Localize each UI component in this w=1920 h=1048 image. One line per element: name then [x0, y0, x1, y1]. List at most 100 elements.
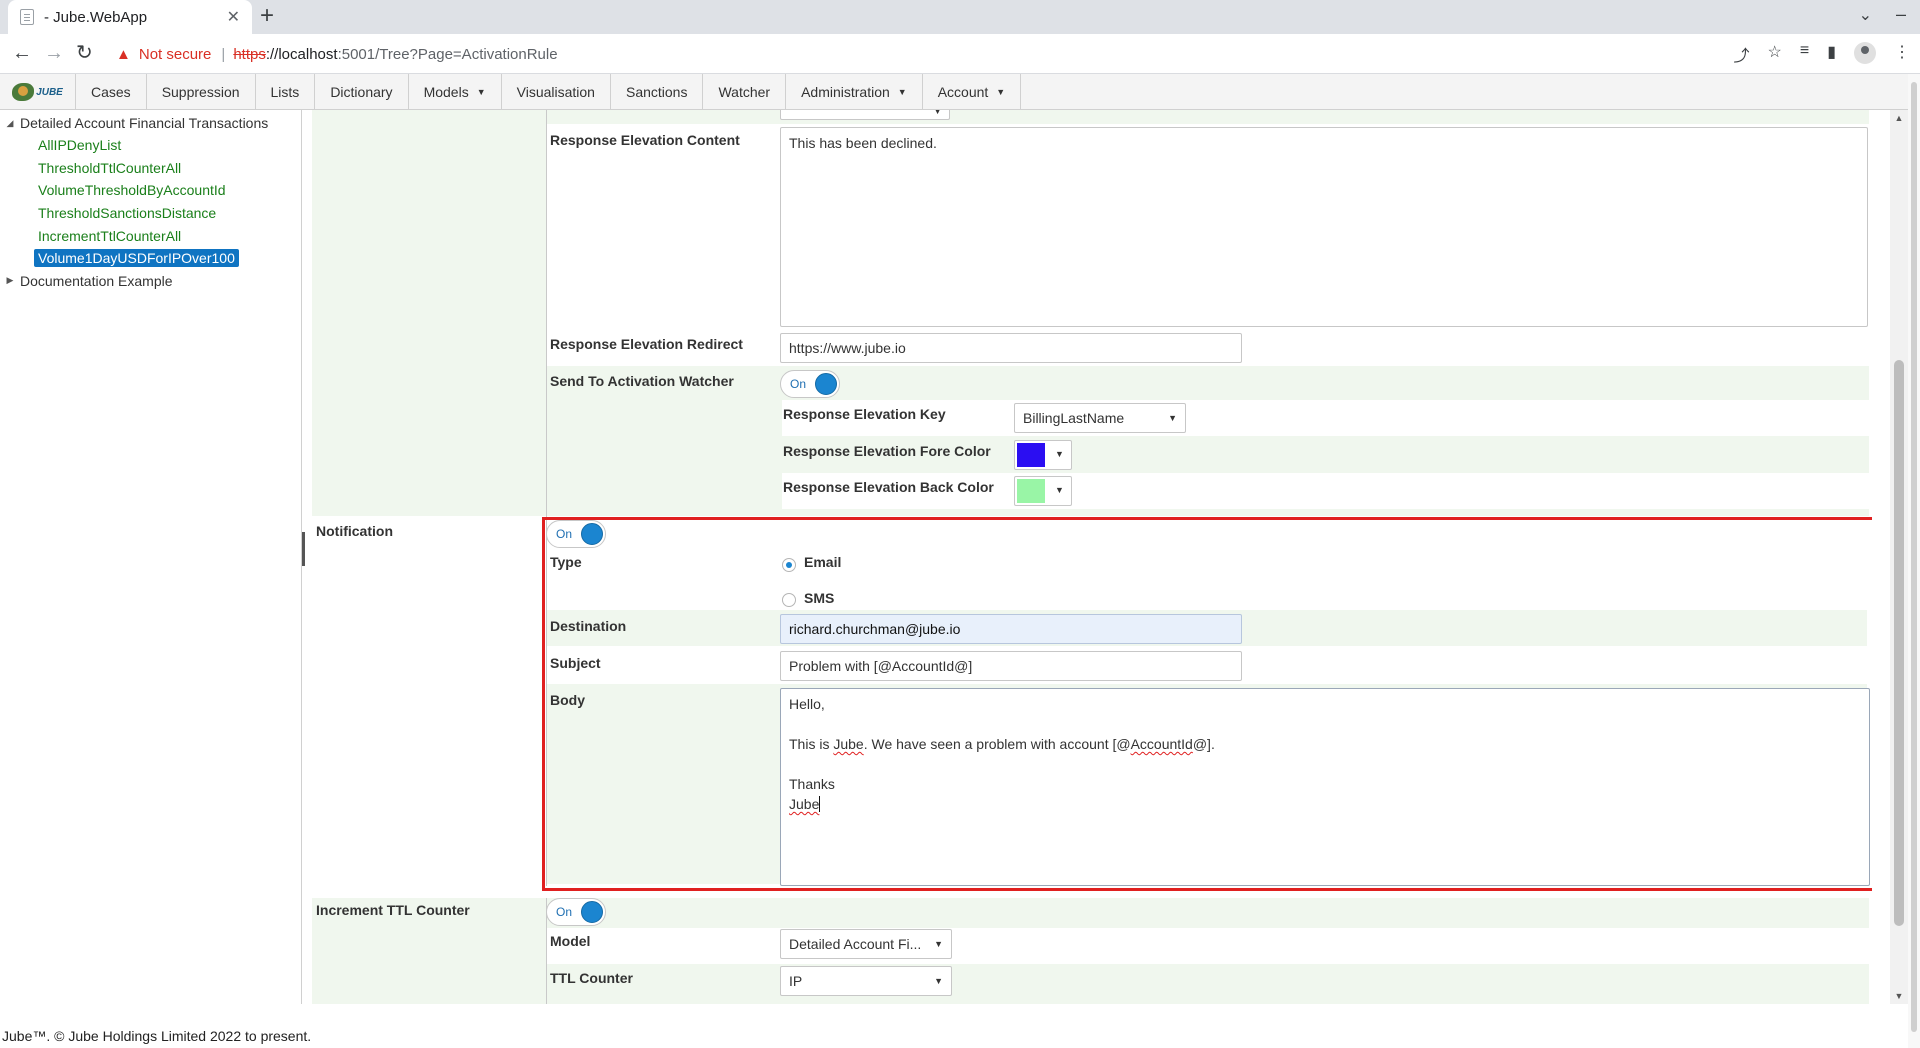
- browser-menu-icon[interactable]: ⋮: [1894, 42, 1910, 66]
- form-scrollbar[interactable]: ▲ ▼: [1890, 110, 1908, 1004]
- scroll-up-arrow-icon[interactable]: ▲: [1890, 110, 1908, 126]
- forward-arrow-icon[interactable]: →: [44, 41, 64, 65]
- tree-item-volume1dayusdforipover100[interactable]: Volume1DayUSDForIPOver100: [0, 247, 301, 270]
- browser-toolbar-icons: ⤴ ☆ ≡ ▮ ⋮: [1733, 42, 1910, 66]
- nav-visualisation[interactable]: Visualisation: [502, 74, 611, 110]
- ttl-counter-label: TTL Counter: [550, 970, 633, 986]
- send-to-watcher-toggle[interactable]: On: [780, 370, 840, 398]
- nav-dictionary-label: Dictionary: [330, 84, 393, 100]
- nav-suppression-label: Suppression: [161, 84, 240, 100]
- nav-dictionary[interactable]: Dictionary: [315, 74, 409, 110]
- fore-color-picker[interactable]: ▼: [1014, 440, 1072, 470]
- tab-title: - Jube.WebApp: [44, 8, 148, 26]
- logo-text: JUBE: [36, 86, 63, 98]
- tree-root-label: Detailed Account Financial Transactions: [20, 115, 269, 131]
- tree-item-thresholdttlcounterall[interactable]: ThresholdTtlCounterAll: [0, 157, 301, 180]
- app-navbar: JUBE Cases Suppression Lists Dictionary …: [0, 74, 1908, 110]
- nav-visualisation-label: Visualisation: [516, 84, 595, 100]
- share-icon[interactable]: ⤴: [1733, 42, 1749, 66]
- new-tab-icon[interactable]: +: [260, 2, 274, 30]
- increment-ttl-label: Increment TTL Counter: [316, 902, 470, 918]
- nav-suppression[interactable]: Suppression: [147, 74, 256, 110]
- close-tab-icon[interactable]: ✕: [227, 7, 240, 27]
- fore-color-label: Response Elevation Fore Color: [783, 443, 991, 459]
- tree-item-volumethresholdbyaccountid[interactable]: VolumeThresholdByAccountId: [0, 179, 301, 202]
- caret-down-icon: ▼: [996, 87, 1006, 97]
- model-label: Model: [550, 933, 591, 949]
- nav-sanctions[interactable]: Sanctions: [611, 74, 704, 110]
- nav-administration[interactable]: Administration ▼: [786, 74, 923, 110]
- tree-root-detailed-account[interactable]: ◢ Detailed Account Financial Transaction…: [0, 112, 301, 134]
- nav-account[interactable]: Account ▼: [923, 74, 1022, 110]
- window-minimize-icon[interactable]: –: [1896, 4, 1906, 25]
- url-host: ://localhost: [265, 45, 338, 63]
- page-scrollbar[interactable]: [1908, 74, 1920, 1048]
- tree-item-label: ThresholdTtlCounterAll: [38, 159, 182, 176]
- dropdown-arrow-icon: ▼: [934, 976, 943, 986]
- page-scrollbar-thumb[interactable]: [1911, 82, 1917, 1032]
- model-select-value: Detailed Account Fi...: [789, 936, 922, 952]
- fore-color-swatch: [1017, 443, 1045, 467]
- tree-item-thresholdsanctionsdistance[interactable]: ThresholdSanctionsDistance: [0, 202, 301, 225]
- page-favicon-icon: [20, 9, 34, 25]
- nav-cases[interactable]: Cases: [76, 74, 147, 110]
- response-elevation-redirect-input[interactable]: https://www.jube.io: [780, 333, 1242, 363]
- back-arrow-icon[interactable]: ←: [12, 41, 32, 65]
- tree-expanded-arrow-icon[interactable]: ◢: [0, 118, 20, 129]
- page-footer: Jube™. © Jube Holdings Limited 2022 to p…: [2, 1028, 312, 1044]
- dropdown-arrow-icon: ▼: [934, 939, 943, 949]
- back-color-swatch: [1017, 479, 1045, 503]
- tab-search-chevron-icon[interactable]: ⌄: [1859, 5, 1872, 25]
- side-panel-icon[interactable]: ▮: [1827, 42, 1836, 66]
- send-to-watcher-label: Send To Activation Watcher: [550, 373, 734, 389]
- reload-icon[interactable]: ↻: [76, 41, 93, 65]
- tree-item-label: VolumeThresholdByAccountId: [38, 182, 226, 199]
- nav-administration-label: Administration: [801, 84, 890, 100]
- increment-ttl-toggle[interactable]: On: [546, 898, 606, 926]
- response-elevation-key-value: BillingLastName: [1023, 410, 1125, 426]
- nav-watcher[interactable]: Watcher: [703, 74, 787, 110]
- url-scheme: https: [233, 45, 266, 63]
- tree-root-documentation-example[interactable]: ▶ Documentation Example: [0, 270, 301, 292]
- reading-list-icon[interactable]: ≡: [1800, 42, 1809, 66]
- back-color-label: Response Elevation Back Color: [783, 479, 994, 495]
- toggle-knob: [815, 373, 837, 395]
- tree-item-label: ThresholdSanctionsDistance: [38, 205, 217, 222]
- response-elevation-key-label: Response Elevation Key: [783, 406, 946, 422]
- rule-form: ▼ Response Elevation Content This has be…: [312, 110, 1872, 1004]
- url-separator: |: [221, 45, 226, 63]
- tree-collapsed-arrow-icon[interactable]: ▶: [0, 275, 20, 286]
- bookmark-star-icon[interactable]: ☆: [1768, 42, 1782, 66]
- caret-down-icon: ▼: [897, 87, 907, 97]
- tree-item-label-selected: Volume1DayUSDForIPOver100: [34, 249, 239, 268]
- scrollbar-thumb[interactable]: [1894, 360, 1904, 926]
- tree-root-label: Documentation Example: [20, 272, 173, 289]
- pane-splitter-handle[interactable]: [300, 532, 306, 566]
- url-field[interactable]: ▲ Not secure | https ://localhost :5001/…: [108, 38, 1708, 70]
- profile-avatar-icon[interactable]: [1854, 42, 1876, 64]
- browser-tab[interactable]: - Jube.WebApp ✕: [8, 0, 252, 34]
- tree-item-incrementttlcounterall[interactable]: IncrementTtlCounterAll: [0, 224, 301, 247]
- tree-item-allipdenylist[interactable]: AllIPDenyList: [0, 134, 301, 157]
- nav-account-label: Account: [937, 84, 989, 100]
- response-elevation-content-textarea[interactable]: This has been declined.: [780, 127, 1868, 327]
- notification-highlight-box: [542, 517, 1872, 891]
- jube-logo-icon: [12, 83, 35, 101]
- tree-item-label: IncrementTtlCounterAll: [38, 227, 182, 244]
- model-select[interactable]: Detailed Account Fi... ▼: [780, 929, 952, 959]
- notification-label: Notification: [316, 523, 393, 539]
- security-label[interactable]: Not secure: [139, 46, 212, 63]
- dropdown-arrow-icon: ▼: [1055, 449, 1064, 459]
- partial-select-above[interactable]: ▼: [780, 110, 950, 120]
- ttl-counter-select[interactable]: IP ▼: [780, 966, 952, 996]
- back-color-picker[interactable]: ▼: [1014, 476, 1072, 506]
- jube-logo[interactable]: JUBE: [0, 74, 76, 110]
- scroll-down-arrow-icon[interactable]: ▼: [1890, 988, 1908, 1004]
- toggle-on-label: On: [556, 905, 573, 919]
- dropdown-arrow-icon: ▼: [1168, 413, 1177, 423]
- response-elevation-key-select[interactable]: BillingLastName ▼: [1014, 403, 1186, 433]
- nav-models[interactable]: Models ▼: [409, 74, 502, 110]
- nav-lists[interactable]: Lists: [256, 74, 316, 110]
- nav-sanctions-label: Sanctions: [625, 84, 688, 100]
- ttl-counter-value: IP: [789, 973, 803, 989]
